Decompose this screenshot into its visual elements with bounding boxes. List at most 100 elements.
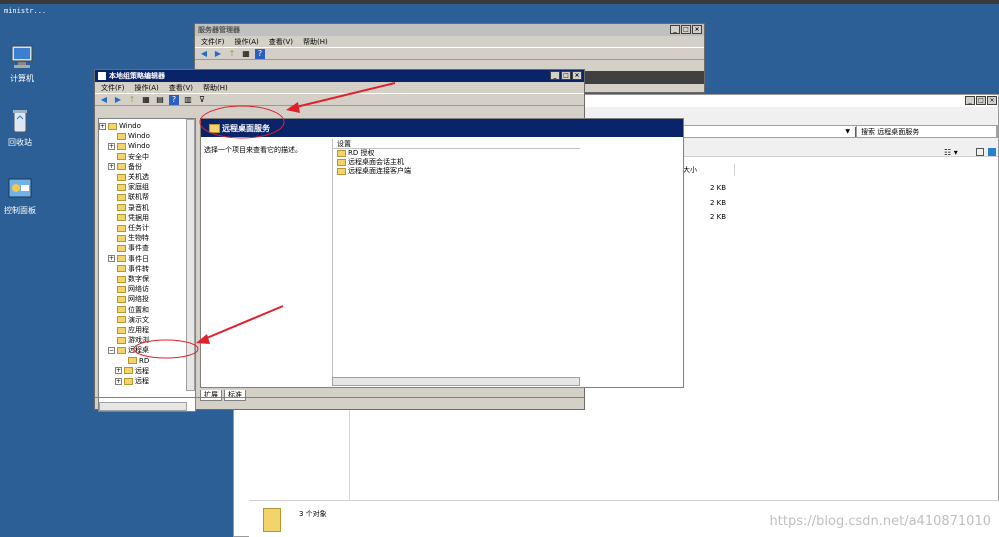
menu-action[interactable]: 操作(A) — [235, 37, 259, 47]
tree-item-label: 事件转 — [128, 264, 149, 273]
close-button[interactable]: × — [572, 71, 582, 80]
list-column-header-setting[interactable]: 设置 — [333, 139, 580, 149]
forward-arrow-icon[interactable]: ▶ — [113, 95, 123, 105]
tree-item[interactable]: + 远程 — [115, 366, 149, 376]
expand-toggle-icon[interactable]: + — [108, 163, 115, 171]
maximize-button[interactable]: □ — [976, 96, 986, 105]
list-item[interactable]: RD 授权 — [333, 149, 580, 158]
view-options-icon[interactable]: ☷ ▾ — [944, 148, 958, 157]
back-arrow-icon[interactable]: ◀ — [99, 95, 109, 105]
tree-item[interactable]: + Windo — [108, 141, 150, 151]
server-manager-title: 服务器管理器 — [198, 26, 240, 34]
gpe-window[interactable]: 本地组策略编辑器 _ □ × 文件(F) 操作(A) 查看(V) 帮助(H) ◀… — [94, 69, 684, 412]
show-hide-tree-icon[interactable]: ▦ — [241, 49, 251, 59]
minimize-button[interactable]: _ — [965, 96, 975, 105]
menu-view[interactable]: 查看(V) — [169, 83, 193, 93]
tree-item[interactable]: 关机选 — [108, 172, 149, 182]
search-input[interactable]: 搜索 远程桌面服务 — [856, 125, 997, 138]
folder-icon — [117, 142, 126, 150]
top-taskbar-strip — [0, 0, 999, 4]
folder-icon — [117, 183, 126, 191]
desktop-icon-control-panel[interactable]: 控制面板 — [0, 176, 40, 216]
tree-item[interactable]: + 备份 — [108, 162, 142, 172]
tree-item[interactable]: 事件查 — [108, 243, 149, 253]
expand-toggle-icon[interactable]: + — [108, 255, 115, 263]
menu-action[interactable]: 操作(A) — [135, 83, 159, 93]
expand-toggle-icon[interactable]: + — [99, 122, 106, 130]
server-manager-titlebar[interactable]: 服务器管理器 _ □ × — [195, 24, 704, 36]
tree-item[interactable]: 安全中 — [108, 152, 149, 162]
tree-item[interactable]: − 远程桌 — [108, 345, 149, 355]
tree-item[interactable]: 应用程 — [108, 325, 149, 335]
list-item[interactable]: 远程桌面会话主机 — [333, 158, 580, 167]
expand-toggle-icon[interactable]: − — [108, 346, 115, 354]
folder-icon — [117, 163, 126, 171]
tree-item[interactable]: 任务计 — [108, 223, 149, 233]
tree-item[interactable]: 家庭组 — [108, 182, 149, 192]
folder-icon — [117, 275, 126, 283]
filter-icon[interactable]: ⊽ — [197, 95, 207, 105]
export-list-icon[interactable]: ▤ — [155, 95, 165, 105]
menu-file[interactable]: 文件(F) — [201, 37, 225, 47]
menu-file[interactable]: 文件(F) — [101, 83, 125, 93]
desktop-icon-label: 回收站 — [8, 138, 32, 147]
up-folder-icon[interactable]: ↑ — [127, 95, 137, 105]
close-button[interactable]: × — [987, 96, 997, 105]
file-size-cell: 2 KB — [710, 184, 727, 192]
tree-item[interactable]: 事件转 — [108, 264, 149, 274]
tree-item[interactable]: 网络投 — [108, 294, 149, 304]
details-header: 远程桌面服务 — [201, 119, 683, 137]
gpe-titlebar[interactable]: 本地组策略编辑器 _ □ × — [95, 70, 584, 82]
minimize-button[interactable]: _ — [550, 71, 560, 80]
tree-item[interactable]: + 远程 — [115, 376, 149, 386]
tree-item-label: 生物特 — [128, 234, 149, 243]
menu-help[interactable]: 帮助(H) — [203, 83, 228, 93]
tree-item[interactable]: Windo — [108, 131, 150, 141]
tree-item[interactable]: 网络访 — [108, 284, 149, 294]
preview-pane-icon[interactable] — [976, 148, 984, 156]
expand-toggle-icon[interactable]: + — [115, 377, 122, 385]
up-folder-icon[interactable]: ↑ — [227, 49, 237, 59]
maximize-button[interactable]: □ — [681, 25, 691, 34]
tree-item[interactable]: 演示文 — [108, 315, 149, 325]
tree-item[interactable]: 游戏浏 — [108, 335, 149, 345]
tree-item[interactable]: 联机帮 — [108, 192, 149, 202]
menu-help[interactable]: 帮助(H) — [303, 37, 328, 47]
back-arrow-icon[interactable]: ◀ — [199, 49, 209, 59]
tree-item[interactable]: + Windo — [99, 121, 141, 131]
forward-arrow-icon[interactable]: ▶ — [213, 49, 223, 59]
chevron-down-icon[interactable]: ▼ — [845, 126, 850, 138]
tree-vertical-scrollbar[interactable] — [186, 119, 195, 391]
folder-icon — [117, 326, 126, 334]
properties-icon[interactable]: ▥ — [183, 95, 193, 105]
tree-item[interactable]: 位置和 — [108, 305, 149, 315]
show-hide-tree-icon[interactable]: ▦ — [141, 95, 151, 105]
tree-item[interactable]: RD — [119, 356, 149, 366]
tree-item[interactable]: 录音机 — [108, 203, 149, 213]
folder-icon — [117, 153, 126, 161]
desktop-icon-recycle-bin[interactable]: 回收站 — [0, 108, 40, 148]
expand-toggle-icon[interactable]: + — [108, 142, 115, 150]
policy-tree[interactable]: + Windo Windo + Windo 安全中 + 备份 关机选 家庭组 联机帮 录音机 凭据用 任务… — [98, 118, 196, 412]
server-manager-toolbar: ◀ ▶ ↑ ▦ ? — [195, 47, 704, 60]
list-horizontal-scrollbar[interactable] — [332, 377, 580, 386]
session-label: ministr... — [4, 7, 47, 15]
help-icon[interactable] — [988, 148, 996, 156]
maximize-button[interactable]: □ — [561, 71, 571, 80]
folder-icon — [117, 244, 126, 252]
tree-item-label: 备份 — [128, 162, 142, 171]
tree-item[interactable]: 凭据用 — [108, 213, 149, 223]
expand-toggle-icon[interactable]: + — [115, 367, 122, 375]
tree-item[interactable]: 生物特 — [108, 233, 149, 243]
tree-item[interactable]: + 事件日 — [108, 254, 149, 264]
menu-view[interactable]: 查看(V) — [269, 37, 293, 47]
close-button[interactable]: × — [692, 25, 702, 34]
help-icon[interactable]: ? — [255, 48, 265, 59]
minimize-button[interactable]: _ — [670, 25, 680, 34]
tree-item[interactable]: 数字保 — [108, 274, 149, 284]
column-header-size[interactable]: 大小 — [680, 164, 735, 176]
folder-icon — [108, 122, 117, 130]
help-icon[interactable]: ? — [169, 94, 179, 105]
desktop-icon-computer[interactable]: 计算机 — [2, 44, 42, 84]
list-item[interactable]: 远程桌面连接客户端 — [333, 167, 580, 176]
